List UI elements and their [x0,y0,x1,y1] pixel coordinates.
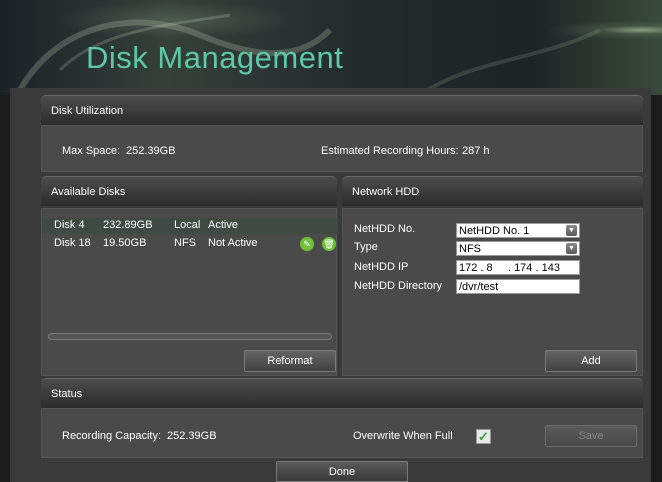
estimated-hours-value: 287 h [462,145,490,157]
delete-icon[interactable]: 🗑 [322,237,336,251]
netHDD-no-value: NetHDD No. 1 [459,225,530,237]
ip-octet-3: 174 [514,262,533,274]
disk-utilization-panel: Max Space: 252.39GB Estimated Recording … [41,125,643,172]
estimated-hours-label: Estimated Recording Hours: [321,145,459,157]
checkmark-icon: ✓ [478,429,489,444]
chevron-down-icon: ▼ [566,243,577,254]
disk-utilization-header: Disk Utilization [41,95,643,125]
page-title: Disk Management [86,40,344,75]
disk-row[interactable]: Disk 4 232.89GB Local Active [42,218,338,234]
ip-octet-4: 143 [541,262,560,274]
add-button[interactable]: Add [545,350,637,372]
disk-type: NFS [174,237,196,249]
disk-type: Local [174,219,201,231]
edit-icon[interactable]: ✎ [300,237,314,251]
recording-capacity-value: 252.39GB [167,430,217,442]
header-banner: Disk Management [0,0,662,95]
type-label: Type [354,241,378,253]
type-value: NFS [459,243,481,255]
overwrite-checkbox[interactable]: ✓ [476,429,491,444]
type-select[interactable]: NFS ▼ [456,241,580,256]
max-space-label: Max Space: [62,145,121,157]
overwrite-label: Overwrite When Full [353,430,453,442]
disk-status: Not Active [208,237,258,249]
ip-dot: . [492,262,515,274]
disk-capacity: 232.89GB [103,219,153,231]
disk-capacity: 19.50GB [103,237,147,249]
ip-label: NetHDD IP [354,261,409,273]
disk-status: Active [208,219,238,231]
available-disks-header: Available Disks [41,176,337,206]
ip-octet-1: 172 [459,262,478,274]
disk-name: Disk 18 [54,237,91,249]
chevron-down-icon: ▼ [566,225,577,236]
status-header: Status [41,378,643,408]
network-hdd-header: Network HDD [342,176,643,206]
netHDD-no-label: NetHDD No. [354,223,416,235]
directory-label: NetHDD Directory [354,280,443,292]
max-space-value: 252.39GB [126,145,176,157]
ip-dot: . [477,262,487,274]
reformat-button[interactable]: Reformat [244,350,336,372]
disk-row[interactable]: Disk 18 19.50GB NFS Not Active ✎ 🗑 [42,236,338,252]
netHDD-no-select[interactable]: NetHDD No. 1 ▼ [456,223,580,238]
ip-dot: . [532,262,542,274]
directory-input[interactable]: /dvr/test [456,279,580,294]
disk-name: Disk 4 [54,219,85,231]
save-button[interactable]: Save [545,425,637,447]
horizontal-scrollbar[interactable] [48,333,332,340]
recording-capacity-label: Recording Capacity: [62,430,162,442]
ip-input[interactable]: 172 . 8 . 174 . 143 [456,260,580,275]
done-button[interactable]: Done [276,461,408,482]
